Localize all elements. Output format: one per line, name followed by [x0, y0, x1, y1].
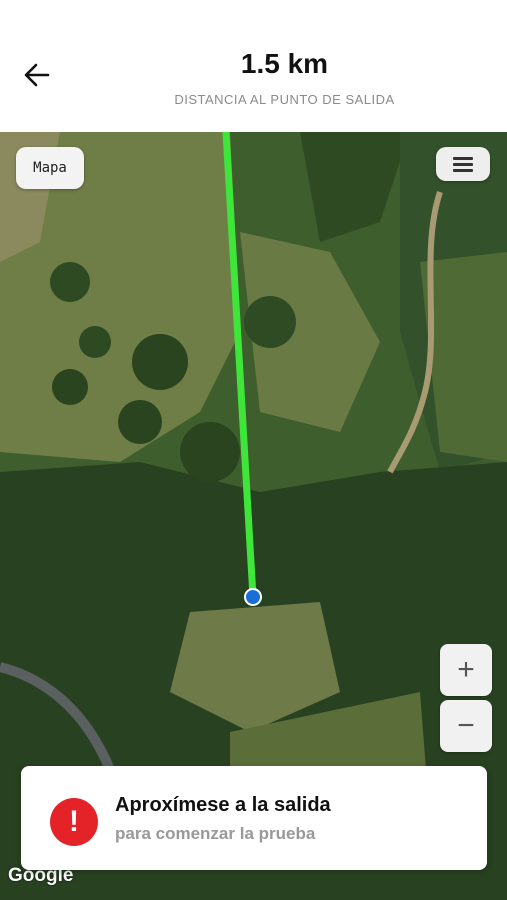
distance-label: DISTANCIA AL PUNTO DE SALIDA — [174, 92, 395, 107]
start-alert-card: ! Aproxímese a la salida para comenzar l… — [21, 766, 487, 870]
zoom-out-button[interactable]: − — [440, 700, 492, 752]
menu-button[interactable] — [436, 147, 490, 181]
alert-title: Aproxímese a la salida — [115, 794, 331, 816]
location-marker-icon — [244, 588, 262, 606]
map-type-button[interactable]: Mapa — [16, 147, 84, 189]
top-bar: 1.5 km DISTANCIA AL PUNTO DE SALIDA — [0, 0, 507, 132]
menu-icon — [453, 157, 473, 160]
zoom-in-button[interactable]: + — [440, 644, 492, 696]
warning-icon: ! — [50, 798, 98, 846]
distance-value: 1.5 km — [240, 48, 329, 79]
alert-subtitle: para comenzar la prueba — [115, 824, 316, 843]
